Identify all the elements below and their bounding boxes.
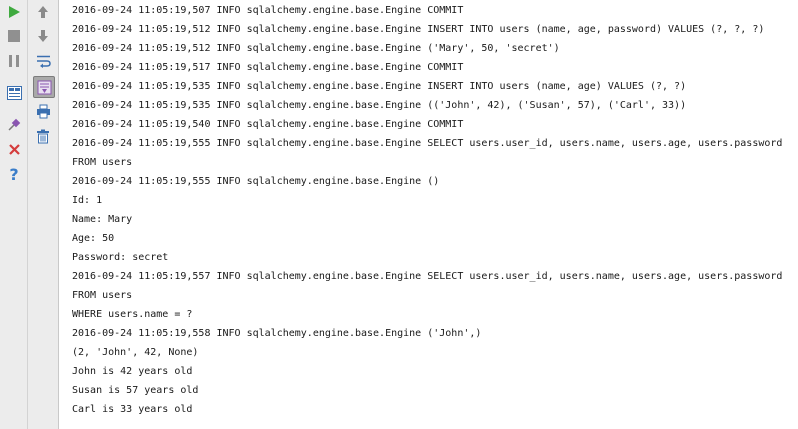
console-line: (2, 'John', 42, None) [72, 347, 199, 358]
clear-all-button[interactable] [33, 126, 53, 146]
console-line: Age: 50 [72, 233, 115, 244]
console-line: 2016-09-24 11:05:19,512 INFO sqlalchemy.… [72, 43, 560, 54]
pin-tab-button[interactable] [4, 114, 24, 134]
soft-wrap-icon [36, 54, 51, 68]
toolbar-divider [27, 0, 28, 429]
pause-button[interactable] [4, 51, 24, 71]
svg-text:?: ? [9, 166, 18, 182]
console-line: 2016-09-24 11:05:19,557 INFO sqlalchemy.… [72, 271, 783, 282]
console-line: 2016-09-24 11:05:19,512 INFO sqlalchemy.… [72, 24, 765, 35]
layout-icon [6, 86, 22, 100]
close-icon [8, 143, 21, 156]
stop-button[interactable] [4, 26, 24, 46]
arrow-down-icon [37, 29, 49, 43]
console-line: Id: 1 [72, 195, 103, 206]
print-button[interactable] [33, 101, 53, 121]
scroll-to-end-button[interactable] [33, 76, 55, 98]
console-line: Password: secret [72, 252, 169, 263]
console-line: Susan is 57 years old [72, 385, 199, 396]
stop-icon [7, 29, 21, 43]
restore-layout-button[interactable] [4, 83, 24, 103]
soft-wrap-button[interactable] [33, 51, 53, 71]
run-icon [7, 5, 21, 19]
console-line: FROM users [72, 157, 133, 168]
console-line: Carl is 33 years old [72, 404, 193, 415]
pin-icon [7, 117, 22, 132]
console-line: 2016-09-24 11:05:19,535 INFO sqlalchemy.… [72, 81, 687, 92]
arrow-up-icon [37, 5, 49, 19]
console-line: WHERE users.name = ? [72, 309, 193, 320]
console-toolbar: ? [0, 0, 59, 429]
print-icon [36, 104, 51, 119]
console-line: 2016-09-24 11:05:19,540 INFO sqlalchemy.… [72, 119, 464, 130]
help-button[interactable]: ? [4, 164, 24, 184]
up-stack-button[interactable] [33, 2, 53, 22]
console-line: 2016-09-24 11:05:19,555 INFO sqlalchemy.… [72, 138, 783, 149]
trash-icon [36, 129, 50, 144]
rerun-button[interactable] [4, 2, 24, 22]
pause-icon [7, 54, 21, 68]
console-line: John is 42 years old [72, 366, 193, 377]
console-line: 2016-09-24 11:05:19,558 INFO sqlalchemy.… [72, 328, 482, 339]
run-console-window: ? 2016-09-24 11:05:19,507 INFO sqlalchem… [0, 0, 798, 429]
console-line: FROM users [72, 290, 133, 301]
console-line: 2016-09-24 11:05:19,555 INFO sqlalchemy.… [72, 176, 440, 187]
close-button[interactable] [4, 139, 24, 159]
console-line: 2016-09-24 11:05:19,517 INFO sqlalchemy.… [72, 62, 464, 73]
console-line: Name: Mary [72, 214, 133, 225]
down-stack-button[interactable] [33, 26, 53, 46]
scroll-to-end-icon [37, 80, 52, 95]
console-line: 2016-09-24 11:05:19,535 INFO sqlalchemy.… [72, 100, 687, 111]
help-icon: ? [7, 166, 21, 182]
console-line: 2016-09-24 11:05:19,507 INFO sqlalchemy.… [72, 5, 464, 16]
console-output[interactable]: 2016-09-24 11:05:19,507 INFO sqlalchemy.… [59, 0, 798, 429]
